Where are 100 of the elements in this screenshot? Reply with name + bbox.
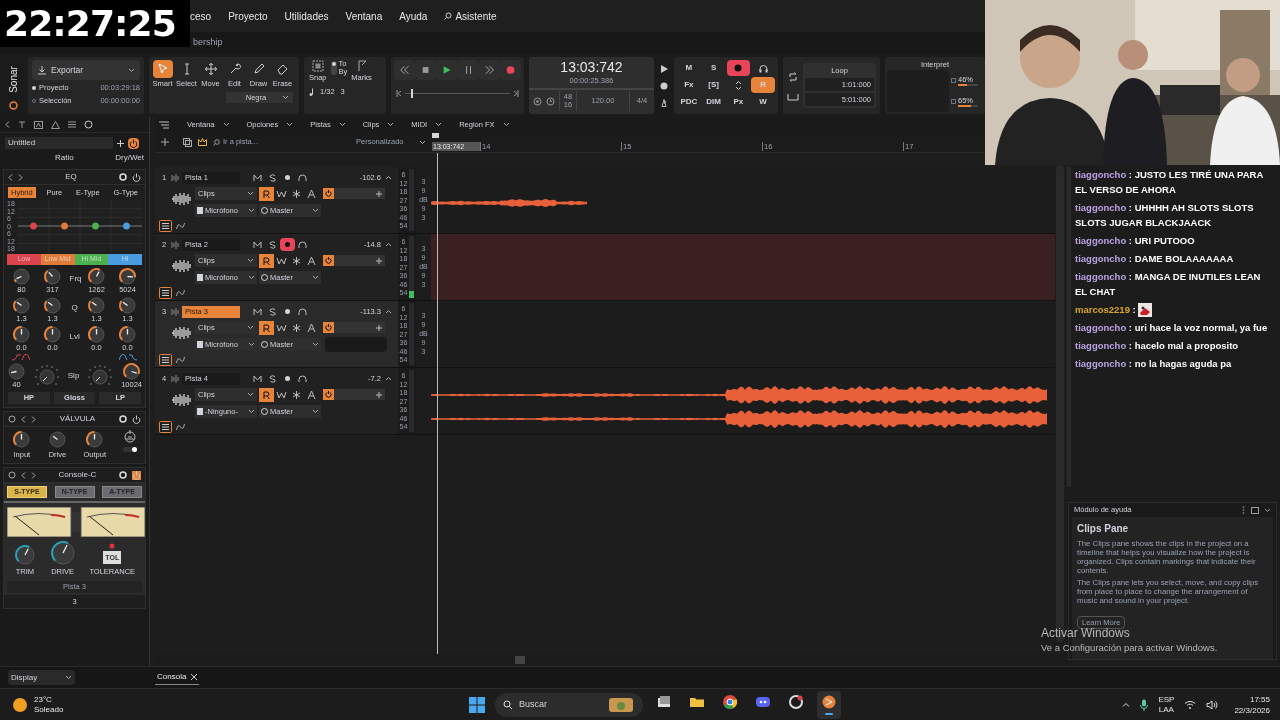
- chevron-down-icon[interactable]: [1264, 507, 1271, 513]
- chevron-left-icon[interactable]: [8, 173, 13, 181]
- circle-icon[interactable]: [119, 471, 127, 480]
- taskbar-date[interactable]: 22/3/2026: [1234, 704, 1270, 716]
- checkbox[interactable]: [951, 78, 956, 84]
- collapse-icon[interactable]: [385, 242, 392, 247]
- volume-icon[interactable]: [1206, 699, 1219, 710]
- toggle-switch[interactable]: [330, 61, 337, 75]
- undock-icon[interactable]: [1251, 506, 1259, 514]
- knob[interactable]: [87, 267, 106, 286]
- keyboard-layout[interactable]: LAA: [1158, 704, 1174, 715]
- clock-icon[interactable]: [546, 96, 555, 106]
- mix-button[interactable]: S: [701, 60, 726, 76]
- scrub-slider[interactable]: [405, 89, 510, 98]
- sync-icon[interactable]: [533, 96, 542, 106]
- duplicate-icon[interactable]: [183, 137, 192, 147]
- read-automation-button[interactable]: [259, 253, 274, 268]
- preset-field[interactable]: Untitled: [5, 137, 113, 149]
- list-icon[interactable]: [68, 121, 76, 128]
- rewind-icon[interactable]: [394, 60, 416, 80]
- mix-button[interactable]: Fx: [677, 77, 701, 93]
- chevron-left-icon[interactable]: [21, 471, 26, 479]
- fx-rack-header[interactable]: [323, 389, 385, 400]
- bracket-icon[interactable]: [787, 92, 799, 101]
- search-bar[interactable]: Buscar: [495, 692, 643, 717]
- mix-button[interactable]: M: [677, 60, 701, 76]
- knob[interactable]: [122, 362, 142, 381]
- checkbox[interactable]: [951, 99, 956, 105]
- export-button[interactable]: Exportar: [32, 60, 140, 80]
- mix-button[interactable]: [S]: [701, 77, 726, 93]
- chevron-up-icon[interactable]: [1122, 702, 1131, 707]
- mix-button[interactable]: PDC: [677, 94, 701, 110]
- metronome-icon[interactable]: [660, 98, 668, 107]
- chevron-right-icon[interactable]: [31, 471, 36, 479]
- collapse-icon[interactable]: [385, 175, 392, 180]
- taskbar-search-field[interactable]: Buscar: [519, 697, 603, 712]
- radio-button[interactable]: [32, 85, 36, 90]
- taskbar-app[interactable]: [817, 690, 841, 719]
- knob[interactable]: [47, 430, 67, 449]
- triangle-icon[interactable]: [51, 120, 60, 129]
- power-icon[interactable]: [128, 137, 139, 149]
- go-to-start-icon[interactable]: [396, 90, 402, 97]
- circle-icon[interactable]: [84, 120, 93, 129]
- knob[interactable]: [12, 325, 31, 344]
- slider-thumb[interactable]: [411, 89, 414, 98]
- knob[interactable]: [87, 325, 106, 344]
- play-icon[interactable]: [660, 64, 668, 73]
- band-node[interactable]: [123, 222, 130, 230]
- headphones-icon[interactable]: [295, 238, 310, 251]
- mix-button[interactable]: DIM: [701, 94, 726, 110]
- read-automation-button[interactable]: [259, 387, 274, 402]
- headphones-icon[interactable]: [295, 305, 310, 318]
- curve-icon[interactable]: [176, 423, 185, 431]
- record-icon[interactable]: [660, 81, 668, 90]
- menu-icon[interactable]: [159, 120, 169, 129]
- playhead-marker[interactable]: [432, 133, 439, 138]
- read-automation-button[interactable]: [259, 186, 274, 201]
- menu-item[interactable]: Utilidades: [284, 8, 329, 24]
- list-icon[interactable]: [159, 354, 172, 366]
- curve-icon[interactable]: [176, 289, 185, 297]
- knob[interactable]: [7, 362, 26, 381]
- go-to-end-icon[interactable]: [513, 90, 519, 97]
- language-code[interactable]: ESP: [1158, 694, 1175, 705]
- menu-item[interactable]: Proyecto: [228, 8, 268, 24]
- knob[interactable]: [49, 540, 76, 567]
- fx-rack-header[interactable]: [323, 255, 385, 266]
- knob[interactable]: [43, 267, 62, 286]
- circle-icon[interactable]: [119, 415, 127, 423]
- close-icon[interactable]: [191, 674, 198, 680]
- list-icon[interactable]: [159, 421, 172, 433]
- knob[interactable]: [12, 296, 31, 315]
- console-tab[interactable]: Consola: [155, 670, 200, 685]
- headphones-icon[interactable]: [295, 171, 310, 184]
- curve-icon[interactable]: [176, 222, 185, 230]
- knob[interactable]: [118, 296, 137, 315]
- wifi-icon[interactable]: [1184, 699, 1197, 710]
- record-arm-button[interactable]: [280, 238, 295, 251]
- knob[interactable]: [87, 296, 106, 315]
- fx-rack-header[interactable]: [323, 322, 385, 333]
- collapse-icon[interactable]: [385, 376, 392, 381]
- band-node[interactable]: [92, 222, 99, 230]
- knob[interactable]: [12, 430, 32, 449]
- filter-shape-icon[interactable]: [12, 354, 30, 361]
- display-dropdown[interactable]: Display: [8, 670, 75, 685]
- filter-shape-icon[interactable]: [119, 354, 137, 361]
- knob[interactable]: [85, 430, 105, 449]
- windows-start-icon[interactable]: [468, 695, 486, 714]
- fx-rack-header[interactable]: [323, 188, 385, 199]
- menu-item[interactable]: Ventana: [345, 8, 383, 24]
- knob[interactable]: [12, 267, 31, 286]
- more-icon[interactable]: [1242, 506, 1245, 514]
- add-icon[interactable]: [161, 138, 169, 146]
- taskbar-time[interactable]: 17:55: [1249, 693, 1270, 705]
- knob[interactable]: [43, 325, 62, 344]
- band-node[interactable]: [30, 222, 37, 230]
- knob[interactable]: [13, 544, 36, 567]
- read-automation-button[interactable]: [259, 320, 274, 335]
- knob[interactable]: [118, 325, 137, 344]
- knob[interactable]: [43, 296, 62, 315]
- chevron-right-icon[interactable]: [31, 415, 36, 423]
